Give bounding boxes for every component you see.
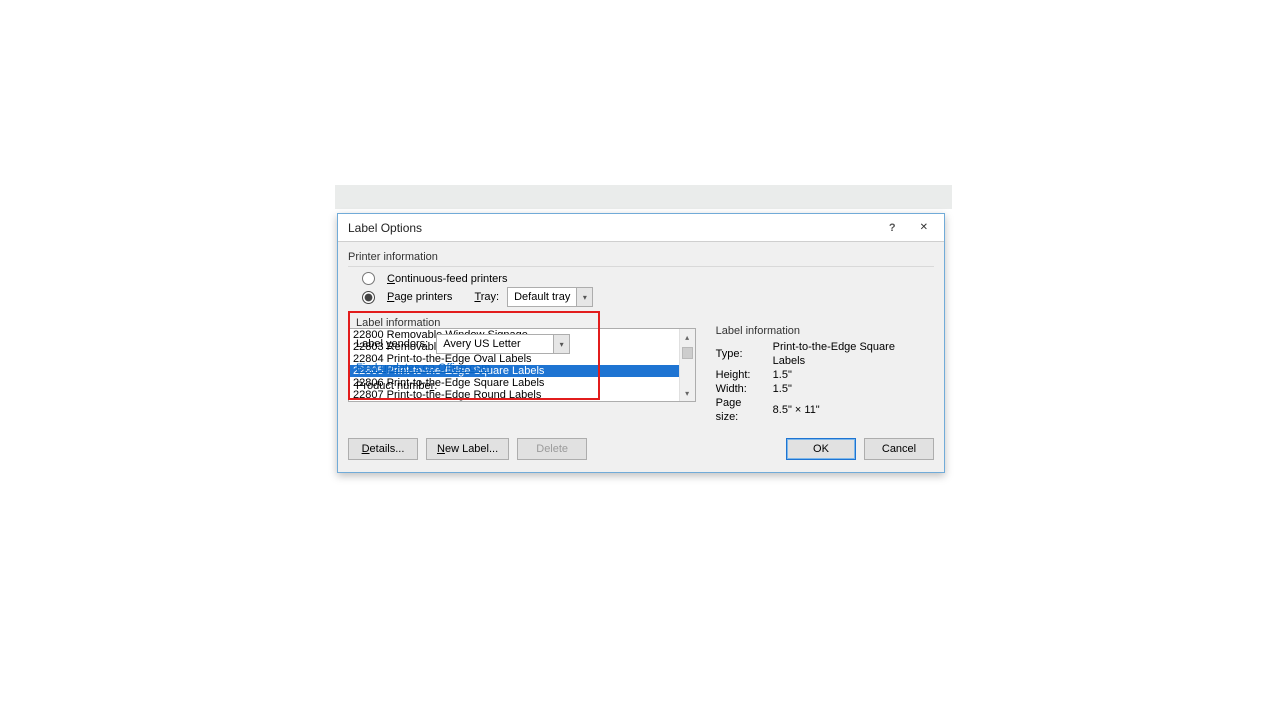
label-info-heading: Label information [356, 317, 592, 329]
page-printers-row: Page printers Tray: Default tray ▾ [348, 287, 934, 307]
page-size-value: 8.5" × 11" [773, 396, 934, 424]
vendor-combo-button[interactable]: ▾ [553, 335, 569, 353]
close-icon[interactable]: ✕ [914, 220, 934, 235]
tray-label: Tray: [474, 291, 499, 303]
tray-combo-button[interactable]: ▾ [576, 288, 592, 306]
label-info-panel-heading: Label information [716, 325, 934, 337]
vendor-combo-value: Avery US Letter [437, 338, 553, 350]
continuous-feed-label: Continuous-feed printers [387, 273, 507, 285]
width-value: 1.5" [773, 382, 934, 396]
label-info-highlight: Label information Label vendors: Avery U… [348, 311, 600, 400]
details-button[interactable]: Details... [348, 438, 418, 460]
chevron-down-icon: ▾ [583, 293, 587, 302]
bg-strip [335, 185, 952, 209]
type-value: Print-to-the-Edge Square Labels [773, 340, 934, 368]
button-row: Details... New Label... Delete OK Cancel [348, 438, 934, 460]
new-label-button[interactable]: New Label... [426, 438, 509, 460]
width-label: Width: [716, 382, 773, 396]
continuous-feed-radio[interactable] [362, 272, 375, 285]
vendor-row: Label vendors: Avery US Letter ▾ [356, 334, 592, 354]
page-printers-radio[interactable] [362, 291, 375, 304]
help-icon[interactable]: ? [889, 222, 896, 234]
delete-button: Delete [517, 438, 587, 460]
tray-combo-value: Default tray [508, 291, 576, 303]
tray-combo[interactable]: Default tray ▾ [507, 287, 593, 307]
scrollbar[interactable]: ▴ ▾ [679, 329, 695, 401]
cancel-button[interactable]: Cancel [864, 438, 934, 460]
printer-info-heading: Printer information [348, 251, 934, 263]
scroll-down-button[interactable]: ▾ [680, 385, 695, 401]
divider [348, 266, 934, 267]
type-label: Type: [716, 340, 773, 368]
product-number-label: Product number: [356, 380, 592, 392]
scroll-thumb[interactable] [682, 347, 693, 359]
find-updates-link[interactable]: Find updates on Office.com [356, 362, 490, 374]
scroll-up-button[interactable]: ▴ [680, 329, 695, 345]
label-info-panel: Label information Type:Print-to-the-Edge… [716, 322, 934, 424]
chevron-down-icon: ▾ [560, 340, 564, 349]
label-info-table: Type:Print-to-the-Edge Square Labels Hei… [716, 340, 934, 424]
continuous-feed-row[interactable]: Continuous-feed printers [348, 272, 934, 285]
vendor-label: Label vendors: [356, 338, 428, 350]
titlebar: Label Options ? ✕ [338, 214, 944, 242]
height-value: 1.5" [773, 368, 934, 382]
label-options-dialog: Label Options ? ✕ Printer information Co… [337, 213, 945, 473]
vendor-combo[interactable]: Avery US Letter ▾ [436, 334, 570, 354]
ok-button[interactable]: OK [786, 438, 856, 460]
dialog-body: Printer information Continuous-feed prin… [338, 242, 944, 472]
height-label: Height: [716, 368, 773, 382]
page-printers-label: Page printers [387, 291, 452, 303]
dialog-title: Label Options [348, 221, 422, 235]
page-size-label: Page size: [716, 396, 773, 424]
